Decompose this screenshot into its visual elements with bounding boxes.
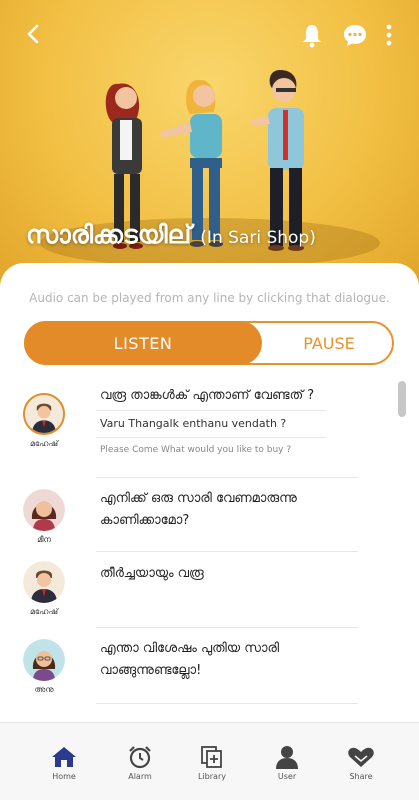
nav-alarm[interactable]: Alarm <box>110 745 170 781</box>
nav-label-library: Library <box>198 772 226 781</box>
meena-avatar <box>23 489 65 531</box>
nav-home[interactable]: Home <box>34 745 94 781</box>
user-icon <box>276 746 298 769</box>
divider <box>96 477 358 478</box>
anu-avatar <box>23 639 65 681</box>
top-bar <box>0 0 419 68</box>
home-icon <box>52 747 76 767</box>
dialogue-malayalam: എന്താ വിശേഷം പുതിയ സാരി വാങ്ങുന്നുണ്ടല്ല… <box>100 641 280 678</box>
nav-library[interactable]: Library <box>182 745 242 781</box>
share-handshake-icon <box>348 747 374 767</box>
speaker-name: മീന <box>37 535 51 544</box>
scrollbar-thumb[interactable] <box>398 381 406 417</box>
mahesh-avatar <box>23 393 65 435</box>
playback-toggle: PAUSE LISTEN <box>24 321 394 365</box>
nav-user[interactable]: User <box>257 745 317 781</box>
chat-bubble-icon[interactable] <box>342 22 368 48</box>
hint-text: Audio can be played from any line by cli… <box>29 291 390 305</box>
dialogue-translation: Please Come What would you like to buy ? <box>100 445 292 455</box>
dialogue-malayalam: എനിക്ക് ഒരു സാരി വേണമാരുന്നു കാണിക്കാമോ? <box>100 491 297 528</box>
divider <box>96 627 358 628</box>
hero-banner: സാരിക്കടയില് (In Sari Shop) <box>0 0 419 290</box>
bottom-navigation: Home Alarm Library User Share <box>0 722 419 800</box>
speaker-name: മഹേഷ് <box>30 439 58 448</box>
pause-button[interactable]: PAUSE <box>262 321 396 365</box>
dialogue-malayalam: വരൂ താങ്കൾക് എന്താണ് വേണ്ടത് ? <box>100 388 315 403</box>
speaker-name: മഹേഷ് <box>30 607 58 616</box>
speaker-block: മഹേഷ് <box>22 561 66 617</box>
listen-button[interactable]: LISTEN <box>24 321 262 365</box>
library-icon <box>201 746 222 768</box>
divider <box>96 551 358 552</box>
back-arrow-icon[interactable] <box>22 22 46 46</box>
scene-title-malayalam: സാരിക്കടയില് <box>26 220 192 249</box>
more-vertical-icon[interactable] <box>382 22 396 48</box>
nav-label-share: Share <box>349 772 373 781</box>
speaker-name: അനു <box>34 685 54 694</box>
nav-label-home: Home <box>52 772 76 781</box>
scene-title-english: (In Sari Shop) <box>200 228 316 248</box>
nav-share[interactable]: Share <box>331 745 391 781</box>
speaker-block: അനു <box>22 639 66 695</box>
nav-label-alarm: Alarm <box>128 772 152 781</box>
divider <box>96 703 358 704</box>
speaker-block: മീന <box>22 489 66 545</box>
bell-icon[interactable] <box>300 22 324 48</box>
nav-label-user: User <box>277 772 297 781</box>
alarm-clock-icon <box>129 746 151 769</box>
mahesh-avatar <box>23 561 65 603</box>
dialogue-malayalam: തീർച്ചയായും വരൂ <box>100 566 204 581</box>
scene-title: സാരിക്കടയില് (In Sari Shop) <box>26 220 316 250</box>
dialogue-card: Audio can be played from any line by cli… <box>0 263 419 725</box>
divider <box>96 410 326 411</box>
divider <box>96 437 326 438</box>
dialogue-transliteration: Varu Thangalk enthanu vendath ? <box>100 417 287 430</box>
speaker-block: മഹേഷ് <box>22 393 66 449</box>
